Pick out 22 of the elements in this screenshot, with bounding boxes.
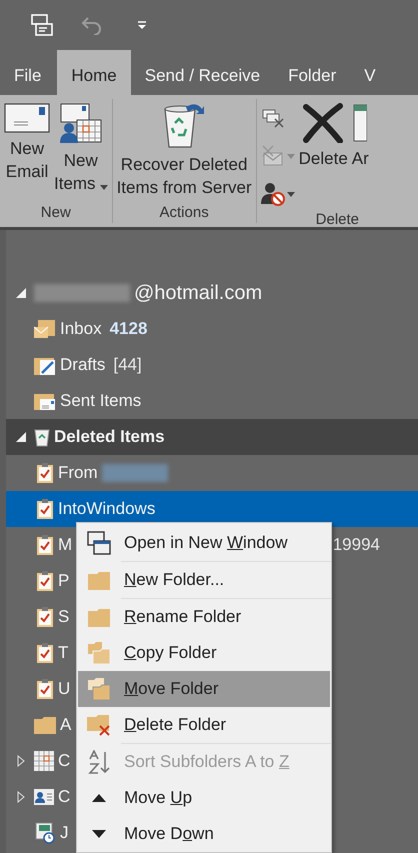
folder-name: C	[58, 787, 70, 807]
folder-name: @hotmail.com	[134, 282, 262, 304]
item-count: 4128	[110, 319, 148, 339]
group-label: Actions	[158, 204, 210, 223]
folder-name: Inbox	[60, 319, 102, 339]
folder-name: Drafts	[60, 355, 106, 375]
folder-name: Sent Items	[60, 391, 142, 411]
folder-name: J	[60, 823, 68, 843]
folder-name: M	[58, 535, 72, 555]
folder-name: P	[58, 571, 70, 591]
folder-name: From	[58, 463, 98, 483]
folder-name: T	[58, 643, 68, 663]
item-count: [44]	[113, 355, 142, 375]
folder-name: S	[58, 607, 70, 627]
folder-name: U	[58, 679, 70, 699]
group-label: Delete	[314, 211, 360, 230]
item-count: 19994	[332, 535, 380, 555]
folder-name: IntoWindows	[58, 499, 156, 519]
folder-name: A	[60, 715, 72, 735]
group-label: New	[40, 204, 72, 223]
folder-name: Deleted Items	[54, 427, 165, 447]
folder-name: C	[58, 751, 70, 771]
